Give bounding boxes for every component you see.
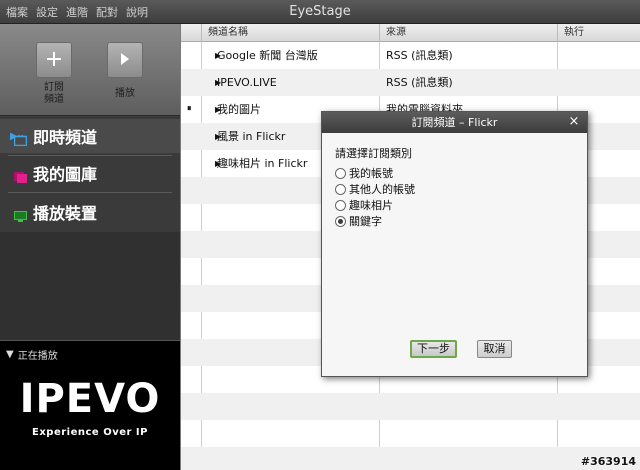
cancel-button[interactable]: 取消 xyxy=(477,340,512,358)
menu-help[interactable]: 說明 xyxy=(126,4,148,20)
radio-label: 其他人的帳號 xyxy=(349,183,415,196)
triangle-down-icon: ▼ xyxy=(6,349,14,360)
radio-button[interactable] xyxy=(335,183,346,195)
sidebar-item-label: 我的圖庫 xyxy=(33,165,98,184)
menu-file[interactable]: 檔案 xyxy=(6,4,28,20)
divider xyxy=(8,192,172,193)
sidebar-item-label: 即時頻道 xyxy=(33,128,98,147)
sidebar-item-playback-devices[interactable]: 播放裝置 xyxy=(0,195,180,229)
table-header: 頻道名稱 來源 執行 xyxy=(181,24,640,42)
table-row[interactable]: ▶ Google 新聞 台灣版 RSS (訊息類) xyxy=(181,42,640,69)
dialog-prompt: 請選擇訂閱類別 xyxy=(335,147,412,160)
play-icon xyxy=(120,52,130,68)
table-row-empty xyxy=(181,393,640,420)
radio-button-selected[interactable] xyxy=(335,215,346,227)
menu-advanced[interactable]: 進階 xyxy=(66,4,88,20)
monitor-icon xyxy=(14,207,27,222)
logo-tagline: Experience Over IP xyxy=(32,427,148,438)
column-header-source[interactable]: 來源 xyxy=(379,24,557,42)
sidebar-empty-area xyxy=(0,232,180,340)
column-header-run[interactable]: 執行 xyxy=(557,24,640,42)
table-row[interactable]: ▶ IPEVO.LIVE RSS (訊息類) xyxy=(181,69,640,96)
radio-option-others-account[interactable]: 其他人的帳號 xyxy=(335,181,415,197)
now-playing-panel: ▼ 正在播放 IPEVO Experience Over IP xyxy=(0,340,180,470)
channel-name: Google 新聞 台灣版 xyxy=(217,49,318,62)
channel-source: RSS (訊息類) xyxy=(386,49,453,62)
subscribe-channel-label: 訂閱 頻道 xyxy=(30,82,78,106)
column-header-status xyxy=(181,24,201,42)
radio-option-my-account[interactable]: 我的帳號 xyxy=(335,165,393,181)
sidebar-item-live-channels[interactable]: ▶ 即時頻道 xyxy=(0,119,180,153)
sidebar: 訂閱 頻道 播放 ▶ 即時頻道 我的圖庫 播放裝置 ▼ 正在播放 IPEVO E… xyxy=(0,24,180,470)
menu-pairing[interactable]: 配對 xyxy=(96,4,118,20)
radio-button[interactable] xyxy=(335,167,346,179)
subscribe-flickr-dialog: 訂閱頻道 – Flickr × 請選擇訂閱類別 我的帳號 其他人的帳號 趣味相片… xyxy=(321,111,588,377)
subscribe-label-text: 訂閱 頻道 xyxy=(44,82,64,105)
channel-source: RSS (訊息類) xyxy=(386,76,453,89)
menu-list: 檔案 設定 進階 配對 說明 xyxy=(6,0,148,24)
chevron-right-icon: ▶ xyxy=(10,130,18,142)
play-button[interactable] xyxy=(107,42,143,78)
watermark: #363914 xyxy=(580,455,636,468)
subscribe-channel-button[interactable] xyxy=(36,42,72,78)
photo-library-icon xyxy=(14,168,27,183)
sidebar-item-my-library[interactable]: 我的圖庫 xyxy=(0,156,180,190)
radio-label: 我的帳號 xyxy=(349,167,393,180)
now-playing-title: 正在播放 xyxy=(17,351,58,362)
tv-icon xyxy=(13,131,28,146)
table-row-empty xyxy=(181,420,640,447)
sidebar-item-label: 播放裝置 xyxy=(33,204,98,223)
radio-label: 趣味相片 xyxy=(349,199,393,212)
next-button[interactable]: 下一步 xyxy=(410,340,457,358)
toolbar: 訂閱 頻道 播放 xyxy=(0,24,180,116)
table-row-empty xyxy=(181,447,640,470)
channel-name: IPEVO.LIVE xyxy=(217,76,277,89)
dialog-title: 訂閱頻道 – Flickr xyxy=(322,112,587,133)
radio-option-keyword[interactable]: 關鍵字 xyxy=(335,213,382,229)
plus-icon xyxy=(47,51,61,69)
play-label: 播放 xyxy=(115,88,135,99)
menu-settings[interactable]: 設定 xyxy=(36,4,58,20)
menubar: 檔案 設定 進階 配對 說明 EyeStage xyxy=(0,0,640,24)
column-header-channel-name[interactable]: 頻道名稱 xyxy=(201,24,379,42)
radio-label: 關鍵字 xyxy=(349,215,382,228)
radio-button[interactable] xyxy=(335,199,346,211)
close-icon[interactable]: × xyxy=(567,114,581,130)
ipevo-logo: IPEVO xyxy=(19,376,161,422)
radio-option-interesting-photos[interactable]: 趣味相片 xyxy=(335,197,393,213)
pause-icon[interactable]: ⏸ xyxy=(187,96,197,123)
now-playing-header[interactable]: ▼ 正在播放 xyxy=(6,347,58,362)
